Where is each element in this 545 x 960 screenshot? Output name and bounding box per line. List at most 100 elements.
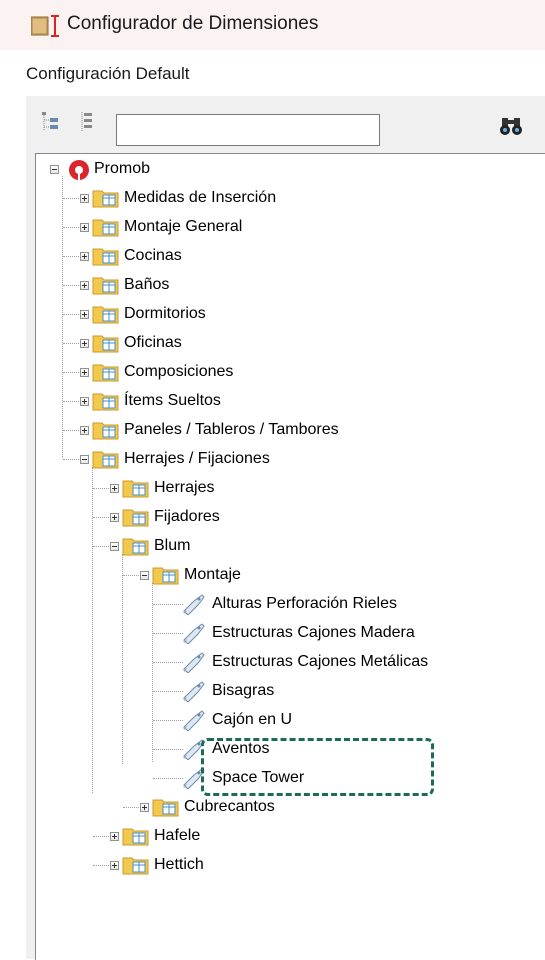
expand-toggle-icon[interactable] xyxy=(110,513,119,522)
folder-table-icon xyxy=(92,190,119,208)
tree-node-herrajes[interactable]: Herrajes xyxy=(36,478,436,498)
tree-node-label: Baños xyxy=(124,276,170,293)
tree-node-hafele[interactable]: Hafele xyxy=(36,826,436,846)
search-input[interactable] xyxy=(116,114,380,146)
tree-node-label: Ítems Sueltos xyxy=(124,392,221,409)
folder-table-icon xyxy=(122,857,149,875)
tree-node-paneles[interactable]: Paneles / Tableros / Tambores xyxy=(36,420,456,440)
tree-node-alturas[interactable]: Alturas Perforación Rieles xyxy=(36,594,516,615)
tree-node-label: Cajón en U xyxy=(212,711,293,728)
tree-node-montaje[interactable]: Montaje xyxy=(36,565,436,585)
tree-node-promob[interactable]: Promob xyxy=(36,159,236,180)
tag-icon xyxy=(183,652,205,673)
dimension-config-icon xyxy=(31,15,59,37)
expand-toggle-icon[interactable] xyxy=(80,368,89,377)
expand-toggle-icon[interactable] xyxy=(110,832,119,841)
tree-collapse-icon[interactable] xyxy=(41,110,61,134)
tree-node-composiciones[interactable]: Composiciones xyxy=(36,362,436,382)
window-title: Configurador de Dimensiones xyxy=(67,13,319,34)
tree-panel: Promob Medidas de Inserción Montaje Gene… xyxy=(26,96,545,960)
tree-node-herrajes-fijaciones[interactable]: Herrajes / Fijaciones xyxy=(36,449,436,469)
tree-node-label: Composiciones xyxy=(124,363,234,380)
expand-toggle-icon[interactable] xyxy=(110,861,119,870)
title-bar: Configurador de Dimensiones xyxy=(0,0,545,50)
tree-node-label: Oficinas xyxy=(124,334,182,351)
tree-guide-line xyxy=(153,749,183,750)
tag-icon xyxy=(183,681,205,702)
tree-node-label: Paneles / Tableros / Tambores xyxy=(124,421,339,438)
tree-node-hettich[interactable]: Hettich xyxy=(36,855,436,875)
folder-table-icon xyxy=(92,306,119,324)
folder-table-icon xyxy=(122,828,149,846)
tree-node-cocinas[interactable]: Cocinas xyxy=(36,246,436,266)
tree-node-label: Bisagras xyxy=(212,682,275,699)
tree-node-oficinas[interactable]: Oficinas xyxy=(36,333,436,353)
tag-icon xyxy=(183,594,205,615)
folder-table-icon xyxy=(92,422,119,440)
tree-node-cajon-u[interactable]: Cajón en U xyxy=(36,710,436,731)
expand-toggle-icon[interactable] xyxy=(140,803,149,812)
expand-toggle-icon[interactable] xyxy=(80,252,89,261)
folder-table-icon xyxy=(92,335,119,353)
promob-logo-icon xyxy=(69,160,89,180)
tree-node-dormitorios[interactable]: Dormitorios xyxy=(36,304,436,324)
folder-table-icon xyxy=(122,480,149,498)
tree-guide-line xyxy=(153,778,183,779)
tree-node-banos[interactable]: Baños xyxy=(36,275,436,295)
expand-toggle-icon[interactable] xyxy=(80,223,89,232)
expand-toggle-icon[interactable] xyxy=(80,397,89,406)
tree-node-estructuras-madera[interactable]: Estructuras Cajones Madera xyxy=(36,623,526,644)
tree-guide-line xyxy=(153,604,183,605)
collapse-toggle-icon[interactable] xyxy=(110,542,119,551)
tree-guide-line xyxy=(153,662,183,663)
tree-node-montaje-general[interactable]: Montaje General xyxy=(36,217,436,237)
folder-table-icon xyxy=(92,451,119,469)
tree-node-label: Cocinas xyxy=(124,247,182,264)
tree-node-label: Fijadores xyxy=(154,508,220,525)
binoculars-icon[interactable] xyxy=(500,115,522,137)
collapse-toggle-icon[interactable] xyxy=(50,165,59,174)
tree-node-label: Blum xyxy=(154,537,191,554)
collapse-toggle-icon[interactable] xyxy=(80,455,89,464)
tree-node-label: Herrajes xyxy=(154,479,215,496)
tree-guide-line xyxy=(153,691,183,692)
folder-table-icon xyxy=(92,364,119,382)
tree-node-label: Hafele xyxy=(154,827,201,844)
expand-toggle-icon[interactable] xyxy=(80,281,89,290)
tree-node-medidas[interactable]: Medidas de Inserción xyxy=(36,188,436,208)
tree-node-label: Estructuras Cajones Madera xyxy=(212,624,415,641)
tree-guide-line xyxy=(153,720,183,721)
tree-node-label: Promob xyxy=(94,160,151,177)
tree-node-fijadores[interactable]: Fijadores xyxy=(36,507,436,527)
tree-node-label: Herrajes / Fijaciones xyxy=(124,450,270,467)
folder-table-icon xyxy=(152,567,179,585)
tree-node-items-sueltos[interactable]: Ítems Sueltos xyxy=(36,391,436,411)
space-tower-highlight xyxy=(201,738,434,796)
folder-table-icon xyxy=(122,509,149,527)
tree-node-label: Alturas Perforación Rieles xyxy=(212,595,397,612)
tree-node-label: Medidas de Inserción xyxy=(124,189,277,206)
folder-table-icon xyxy=(122,538,149,556)
folder-table-icon xyxy=(92,277,119,295)
expand-toggle-icon[interactable] xyxy=(80,426,89,435)
tree-view[interactable]: Promob Medidas de Inserción Montaje Gene… xyxy=(35,153,545,960)
folder-table-icon xyxy=(92,248,119,266)
tree-node-bisagras[interactable]: Bisagras xyxy=(36,681,436,702)
tree-node-label: Montaje xyxy=(184,566,241,583)
tree-expand-icon[interactable] xyxy=(78,110,98,134)
tree-node-label: Montaje General xyxy=(124,218,243,235)
tree-node-label: Hettich xyxy=(154,856,204,873)
configuration-label: Configuración Default xyxy=(26,64,190,83)
tree-node-blum[interactable]: Blum xyxy=(36,536,436,556)
tree-node-cubrecantos[interactable]: Cubrecantos xyxy=(36,797,436,817)
expand-toggle-icon[interactable] xyxy=(80,339,89,348)
expand-toggle-icon[interactable] xyxy=(110,484,119,493)
expand-toggle-icon[interactable] xyxy=(80,310,89,319)
tree-node-label: Dormitorios xyxy=(124,305,206,322)
expand-toggle-icon[interactable] xyxy=(80,194,89,203)
tree-node-estructuras-metalicas[interactable]: Estructuras Cajones Metálicas xyxy=(36,652,541,673)
tree-node-label: Cubrecantos xyxy=(184,798,275,815)
tree-guide-line xyxy=(153,633,183,634)
folder-table-icon xyxy=(92,393,119,411)
collapse-toggle-icon[interactable] xyxy=(140,571,149,580)
